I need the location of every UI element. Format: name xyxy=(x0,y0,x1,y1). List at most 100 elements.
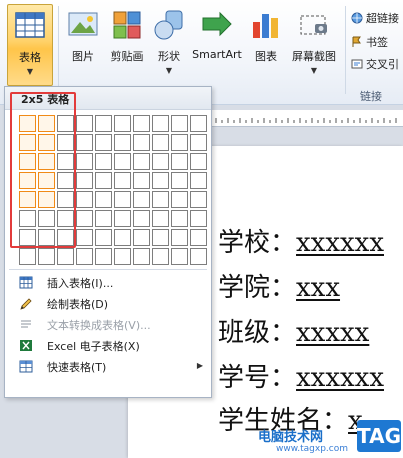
table-grid-cell[interactable] xyxy=(152,229,169,246)
table-grid-cell[interactable] xyxy=(133,248,150,265)
table-grid-cell[interactable] xyxy=(114,172,131,189)
doc-line-label: 学院： xyxy=(218,273,297,303)
table-grid-cell[interactable] xyxy=(114,153,131,170)
table-grid-cell[interactable] xyxy=(95,172,112,189)
draw-table-label: 绘制表格(D) xyxy=(47,297,109,311)
table-grid-cell[interactable] xyxy=(76,172,93,189)
table-grid-cell[interactable] xyxy=(114,191,131,208)
table-grid-cell[interactable] xyxy=(114,115,131,132)
table-grid-cell[interactable] xyxy=(114,210,131,227)
table-grid-cell[interactable] xyxy=(190,172,207,189)
table-grid-cell[interactable] xyxy=(133,210,150,227)
table-grid-cell[interactable] xyxy=(171,191,188,208)
table-grid-cell[interactable] xyxy=(152,115,169,132)
table-grid-cell[interactable] xyxy=(95,229,112,246)
doc-line-label: 班级： xyxy=(218,318,297,348)
smartart-button-label: SmartArt xyxy=(192,48,242,61)
table-button[interactable]: 表格 ▼ xyxy=(7,4,53,86)
table-grid-cell[interactable] xyxy=(171,134,188,151)
horizontal-ruler[interactable] xyxy=(212,110,403,127)
watermark-site-name: 电脑技术网 xyxy=(258,430,324,445)
table-menu: 插入表格(I)... 绘制表格(D) 文本转换成表格(V)... Excel 电… xyxy=(5,265,211,377)
table-grid-cell[interactable] xyxy=(76,248,93,265)
chart-button[interactable]: 图表 xyxy=(249,4,283,84)
links-group-label: 链接 xyxy=(360,90,382,103)
table-grid-cell[interactable] xyxy=(95,248,112,265)
table-grid-cell[interactable] xyxy=(190,153,207,170)
table-grid-cell[interactable] xyxy=(95,153,112,170)
excel-spreadsheet-item[interactable]: Excel 电子表格(X) xyxy=(5,335,211,356)
table-grid-cell[interactable] xyxy=(190,210,207,227)
cross-reference-label: 交叉引 xyxy=(366,58,399,71)
chart-icon xyxy=(253,14,278,38)
table-grid-cell[interactable] xyxy=(171,248,188,265)
table-grid-cell[interactable] xyxy=(95,134,112,151)
annotation-highlight-box xyxy=(10,92,76,248)
clipart-button[interactable]: 剪贴画 xyxy=(105,4,149,84)
doc-line-student-id[interactable]: 学号：xxxxxx xyxy=(218,357,384,394)
table-grid-cell[interactable] xyxy=(95,115,112,132)
table-grid-cell[interactable] xyxy=(19,248,36,265)
table-grid-cell[interactable] xyxy=(76,134,93,151)
quick-tables-item[interactable]: 快速表格(T) ▶ xyxy=(5,356,211,377)
bookmark-button[interactable]: 书签 xyxy=(351,34,388,50)
group-divider xyxy=(58,6,59,94)
doc-line-value: xxxxxx xyxy=(296,363,384,393)
shapes-button[interactable]: 形状 ▼ xyxy=(152,4,186,84)
hyperlink-button[interactable]: 超链接 xyxy=(351,10,399,26)
table-grid-cell[interactable] xyxy=(171,172,188,189)
table-grid-cell[interactable] xyxy=(133,191,150,208)
clipart-icon xyxy=(113,11,141,39)
table-grid-cell[interactable] xyxy=(152,134,169,151)
table-grid-cell[interactable] xyxy=(95,191,112,208)
table-grid-cell[interactable] xyxy=(190,191,207,208)
table-grid-cell[interactable] xyxy=(76,153,93,170)
table-grid-cell[interactable] xyxy=(133,134,150,151)
table-grid-cell[interactable] xyxy=(114,229,131,246)
clipart-button-label: 剪贴画 xyxy=(110,50,144,63)
doc-line-class[interactable]: 班级：xxxxx xyxy=(218,312,369,349)
table-grid-cell[interactable] xyxy=(76,210,93,227)
table-grid-cell[interactable] xyxy=(133,229,150,246)
doc-line-label: 学号： xyxy=(218,363,297,393)
text-to-table-item[interactable]: 文本转换成表格(V)... xyxy=(5,314,211,335)
doc-line-value: xxxxxx xyxy=(296,228,384,258)
insert-table-item[interactable]: 插入表格(I)... xyxy=(5,272,211,293)
table-grid-cell[interactable] xyxy=(133,115,150,132)
shapes-button-label: 形状 xyxy=(158,50,180,63)
doc-line-school[interactable]: 学校：xxxxxx xyxy=(218,222,384,259)
table-grid-cell[interactable] xyxy=(171,229,188,246)
table-grid-cell[interactable] xyxy=(190,248,207,265)
table-grid-cell[interactable] xyxy=(171,115,188,132)
table-grid-cell[interactable] xyxy=(152,153,169,170)
table-grid-cell[interactable] xyxy=(114,134,131,151)
screenshot-button[interactable]: 屏幕截图 ▼ xyxy=(288,4,340,84)
draw-table-item[interactable]: 绘制表格(D) xyxy=(5,293,211,314)
table-grid-cell[interactable] xyxy=(38,248,55,265)
table-grid-cell[interactable] xyxy=(76,115,93,132)
table-grid-cell[interactable] xyxy=(190,115,207,132)
table-grid-cell[interactable] xyxy=(114,248,131,265)
bookmark-flag-icon xyxy=(352,36,361,47)
table-grid-cell[interactable] xyxy=(57,248,74,265)
table-grid-cell[interactable] xyxy=(152,248,169,265)
table-grid-cell[interactable] xyxy=(133,153,150,170)
table-grid-cell[interactable] xyxy=(95,210,112,227)
table-grid-cell[interactable] xyxy=(171,210,188,227)
doc-line-college[interactable]: 学院：xxx xyxy=(218,267,340,304)
table-grid-cell[interactable] xyxy=(190,229,207,246)
table-grid-cell[interactable] xyxy=(152,191,169,208)
table-grid-cell[interactable] xyxy=(76,191,93,208)
bookmark-label: 书签 xyxy=(366,36,388,49)
table-grid-cell[interactable] xyxy=(76,229,93,246)
table-icon xyxy=(15,12,45,38)
cross-reference-button[interactable]: 交叉引 xyxy=(351,56,399,72)
table-grid-cell[interactable] xyxy=(171,153,188,170)
table-grid-cell[interactable] xyxy=(152,210,169,227)
watermark-url: www.tagxp.com xyxy=(276,444,348,454)
smartart-button[interactable]: SmartArt xyxy=(189,4,245,84)
picture-button[interactable]: 图片 xyxy=(64,4,102,84)
table-grid-cell[interactable] xyxy=(190,134,207,151)
table-grid-cell[interactable] xyxy=(152,172,169,189)
table-grid-cell[interactable] xyxy=(133,172,150,189)
